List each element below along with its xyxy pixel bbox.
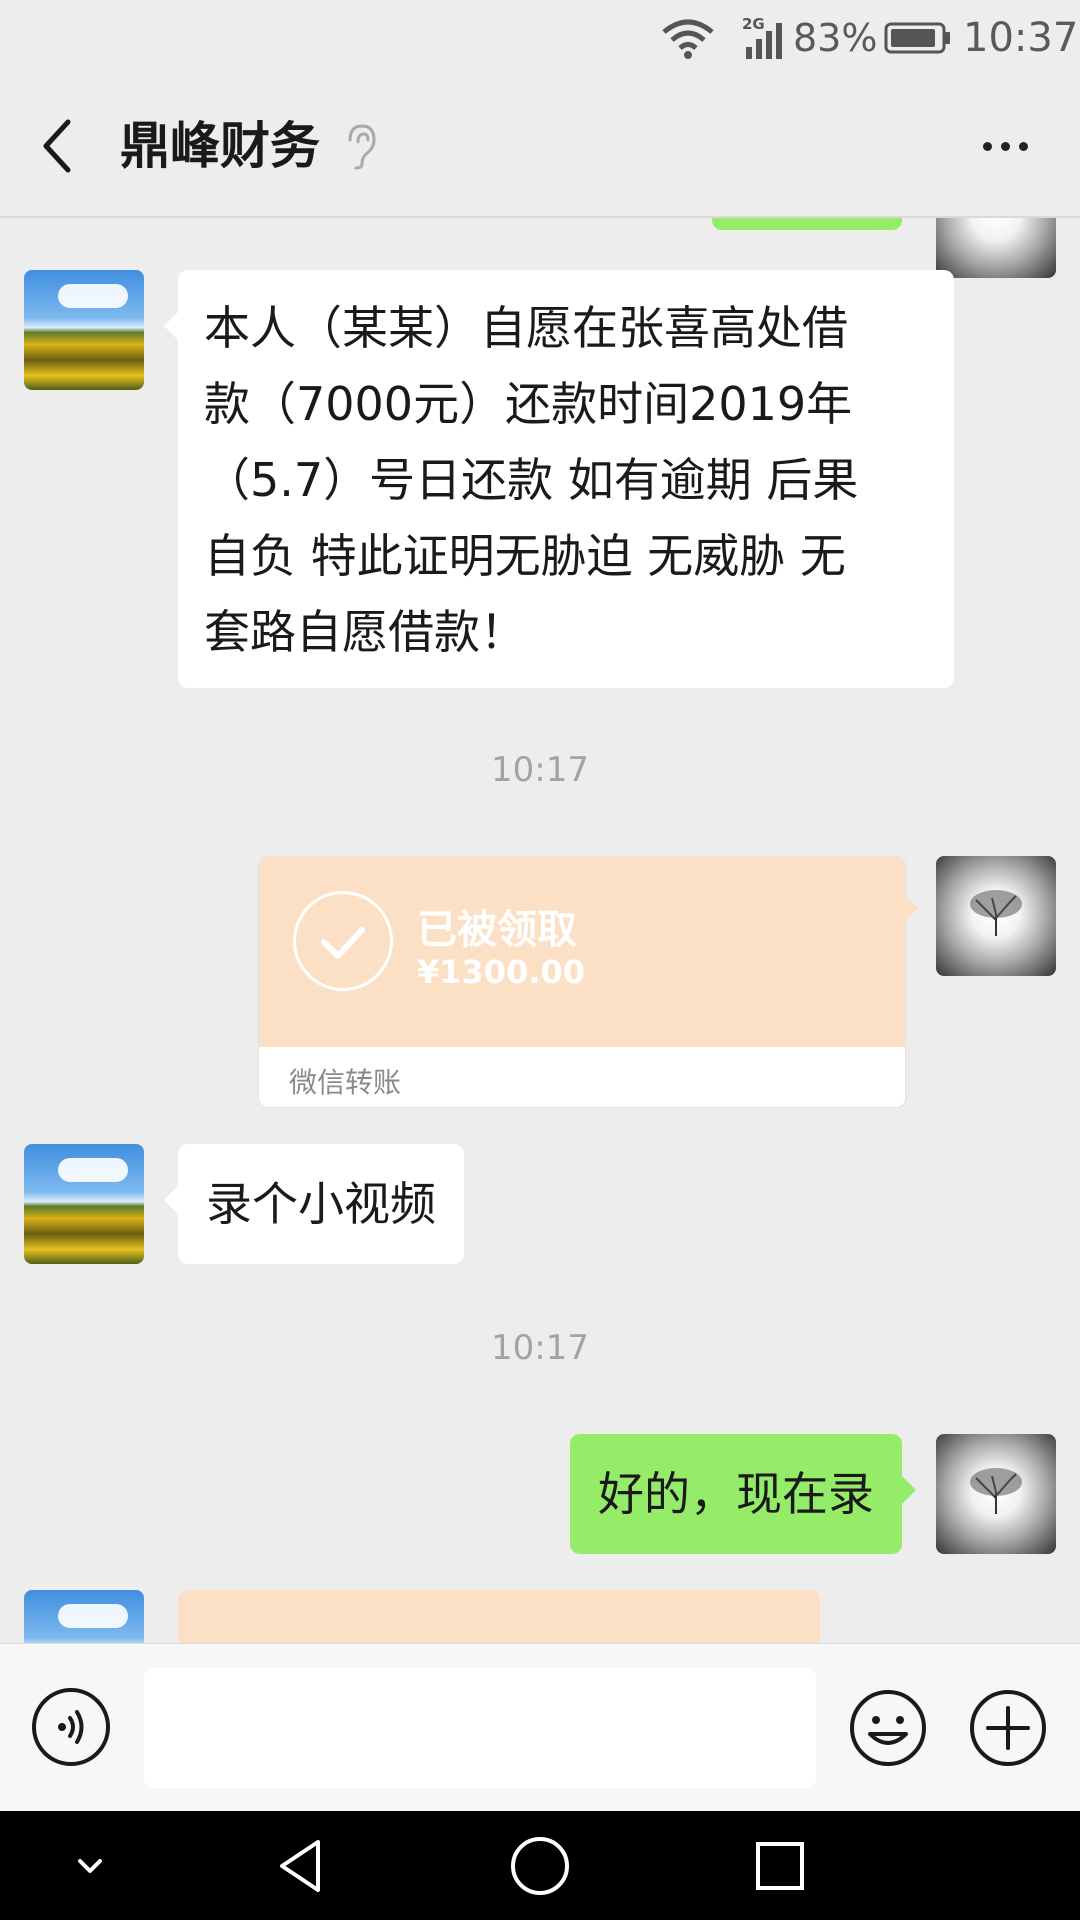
transfer-label: 微信转账 bbox=[289, 1066, 402, 1099]
avatar-cloud bbox=[58, 1604, 128, 1628]
more-dot-icon bbox=[1018, 141, 1028, 151]
more-dot-icon bbox=[1000, 141, 1010, 151]
transfer-amount: ¥1300.00 bbox=[417, 953, 586, 991]
message-bubble[interactable]: 录个小视频 bbox=[164, 1144, 464, 1264]
chat-message-list[interactable]: 本人（某某）自愿在张喜高处借 款（7000元）还款时间2019年 （5.7）号日… bbox=[0, 218, 1080, 1643]
my-avatar[interactable] bbox=[936, 1434, 1056, 1554]
emoji-icon bbox=[850, 1690, 926, 1766]
voice-icon bbox=[58, 1710, 84, 1744]
wifi-icon bbox=[660, 0, 716, 76]
check-circle-icon bbox=[293, 891, 393, 991]
home-circle-icon bbox=[511, 1836, 569, 1895]
transfer-bubble-tail bbox=[904, 894, 918, 922]
transfer-card-partial[interactable] bbox=[178, 1590, 820, 1643]
message-text: 本人（某某）自愿在张喜高处借 款（7000元）还款时间2019年 （5.7）号日… bbox=[204, 290, 944, 670]
nav-home-button[interactable] bbox=[500, 1811, 580, 1920]
message-bubble[interactable]: 本人（某某）自愿在张喜高处借 款（7000元）还款时间2019年 （5.7）号日… bbox=[164, 270, 954, 688]
my-message-bubble[interactable]: 好的，现在录 bbox=[570, 1434, 916, 1554]
more-options-button[interactable] bbox=[970, 118, 1040, 174]
previous-message-bubble[interactable] bbox=[712, 218, 902, 230]
transfer-card-footer: 微信转账 bbox=[259, 1047, 905, 1107]
emoji-button[interactable] bbox=[848, 1688, 928, 1768]
transfer-status: 已被领取 bbox=[417, 907, 577, 953]
status-time: 10:37 bbox=[963, 15, 1079, 61]
message-line: 款（7000元）还款时间2019年 bbox=[204, 377, 853, 431]
chat-title: 鼎峰财务 bbox=[120, 117, 320, 175]
message-line: 自负 特此证明无胁迫 无威胁 无 bbox=[204, 529, 846, 583]
contact-avatar[interactable] bbox=[24, 270, 144, 390]
transfer-card[interactable]: 已被领取 ¥1300.00 微信转账 bbox=[258, 856, 906, 1108]
back-triangle-icon bbox=[280, 1839, 320, 1892]
message-timestamp: 10:17 bbox=[491, 750, 589, 790]
input-bar bbox=[0, 1643, 1080, 1812]
transfer-card-top: 已被领取 ¥1300.00 bbox=[259, 857, 905, 1047]
tree-icon bbox=[970, 1468, 1022, 1514]
recents-square-icon bbox=[756, 1841, 804, 1890]
contact-avatar[interactable] bbox=[24, 1590, 144, 1643]
nav-recents-button[interactable] bbox=[740, 1811, 820, 1920]
cellular-signal-icon: 2G bbox=[742, 0, 788, 76]
my-avatar[interactable] bbox=[936, 856, 1056, 976]
message-timestamp: 10:17 bbox=[491, 1328, 589, 1368]
nav-back-button[interactable] bbox=[262, 1811, 342, 1920]
message-text: 录个小视频 bbox=[206, 1177, 436, 1231]
message-line: （5.7）号日还款 如有逾期 后果 bbox=[204, 453, 859, 507]
avatar-cloud bbox=[58, 284, 128, 308]
collapse-nav-button[interactable] bbox=[60, 1811, 120, 1920]
network-type-label: 2G bbox=[742, 15, 765, 33]
collapse-icon bbox=[78, 1858, 102, 1873]
chevron-left-icon bbox=[43, 119, 71, 173]
my-avatar[interactable] bbox=[936, 218, 1056, 278]
battery-icon bbox=[884, 0, 952, 76]
avatar-cloud bbox=[58, 1158, 128, 1182]
voice-input-button[interactable] bbox=[32, 1688, 110, 1766]
chat-header: 鼎峰财务 bbox=[0, 76, 1080, 218]
tree-icon bbox=[970, 890, 1022, 936]
more-dot-icon bbox=[982, 141, 992, 151]
more-functions-button[interactable] bbox=[968, 1688, 1048, 1768]
back-button[interactable] bbox=[30, 106, 86, 186]
status-bar: 2G 83% 10:37 bbox=[0, 0, 1080, 76]
message-line: 本人（某某）自愿在张喜高处借 bbox=[204, 301, 848, 355]
message-line: 套路自愿借款！ bbox=[204, 605, 526, 659]
battery-percent: 83% bbox=[793, 16, 878, 60]
earpiece-mode-icon bbox=[340, 120, 380, 176]
message-input[interactable] bbox=[144, 1668, 816, 1788]
contact-avatar[interactable] bbox=[24, 1144, 144, 1264]
plus-icon bbox=[970, 1690, 1046, 1766]
message-text: 好的，现在录 bbox=[598, 1467, 874, 1521]
system-nav-bar bbox=[0, 1811, 1080, 1920]
